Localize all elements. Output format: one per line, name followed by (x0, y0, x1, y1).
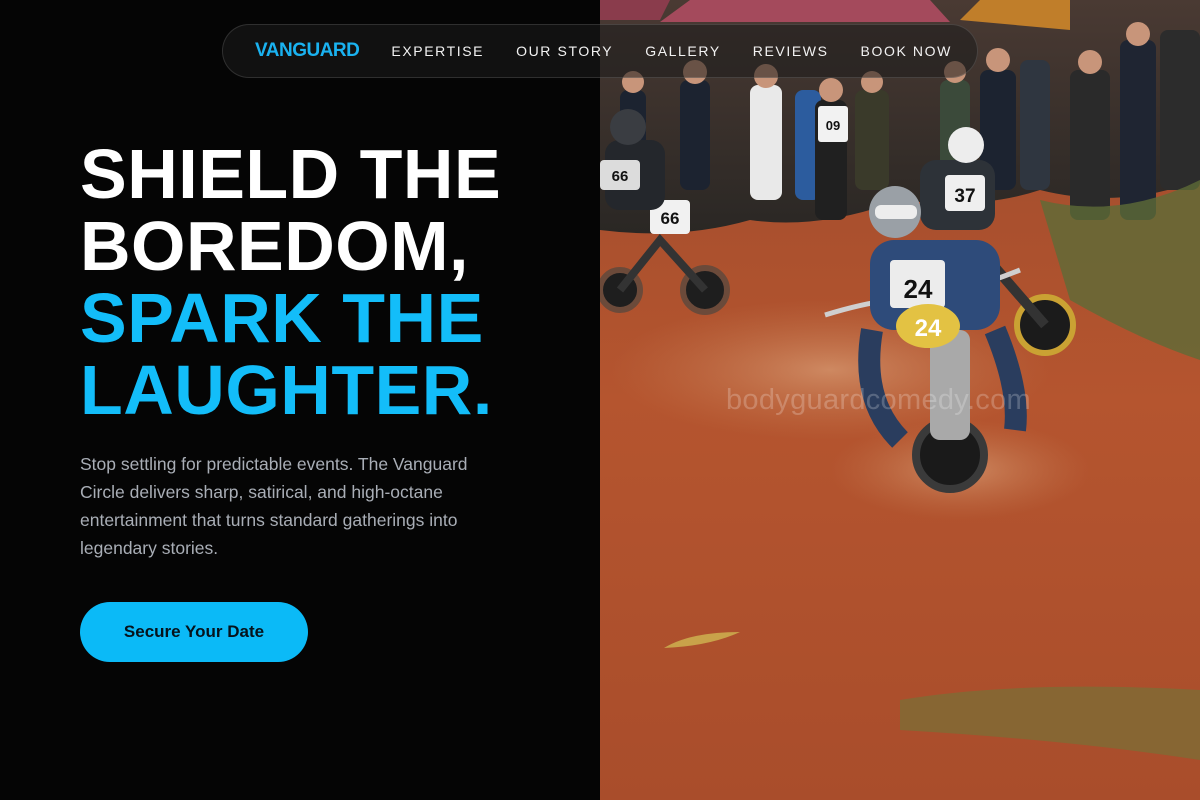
hero-photo-motocross: 66 66 09 37 24 24 bodyguardcomedy.com (600, 0, 1200, 800)
bib-24-plate: 24 (915, 315, 942, 342)
bib-66-bike: 66 (661, 209, 680, 228)
headline-accent-line-1: SPARK THE (80, 279, 484, 357)
bib-66-rider: 66 (612, 168, 629, 185)
bib-09: 09 (826, 118, 840, 133)
headline-line-2: BOREDOM, (80, 207, 469, 285)
bib-37: 37 (954, 186, 975, 207)
nav-link-gallery[interactable]: GALLERY (645, 43, 721, 59)
nav-link-our-story[interactable]: OUR STORY (516, 43, 613, 59)
headline-accent-line-2: LAUGHTER. (80, 351, 493, 429)
nav-link-book-now[interactable]: BOOK NOW (861, 43, 952, 59)
nav-link-expertise[interactable]: EXPERTISE (391, 43, 484, 59)
watermark-text: bodyguardcomedy.com (726, 384, 1031, 416)
brand-logo[interactable]: VANGUARD (255, 40, 360, 62)
nav-link-reviews[interactable]: REVIEWS (753, 43, 829, 59)
hero-description: Stop settling for predictable events. Th… (80, 454, 468, 558)
main-navbar: VANGUARD EXPERTISE OUR STORY GALLERY REV… (222, 24, 978, 78)
hero-headline: SHIELD THE BOREDOM, SPARK THE LAUGHTER. (80, 138, 501, 426)
secure-date-button[interactable]: Secure Your Date (80, 602, 308, 662)
headline-line-1: SHIELD THE (80, 135, 502, 213)
bib-24-rider: 24 (904, 274, 933, 304)
